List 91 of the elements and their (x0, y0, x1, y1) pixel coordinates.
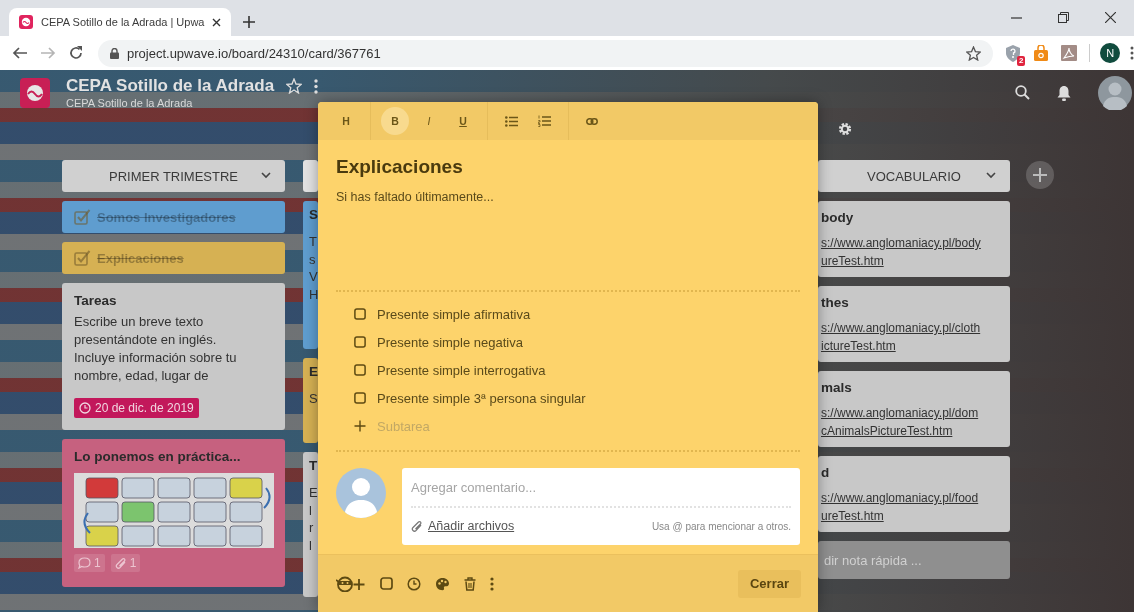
clock-icon[interactable] (407, 576, 421, 591)
card-text: E l r l (309, 484, 318, 555)
user-avatar[interactable] (1098, 75, 1132, 110)
chevron-down-icon (986, 172, 996, 179)
subtask-input[interactable]: Subtarea (377, 418, 577, 434)
clock-icon (79, 402, 91, 414)
card-title: S (309, 206, 318, 224)
attach-files-link[interactable]: Añadir archivos (428, 519, 515, 533)
paperclip-icon[interactable] (411, 519, 423, 533)
checkbox[interactable] (354, 392, 366, 404)
plus-icon[interactable] (243, 16, 256, 28)
attachment-count: 1 (129, 556, 137, 570)
card-title: thes (821, 294, 850, 312)
board-title: CEPA Sotillo de la Adrada (66, 76, 275, 96)
trash-icon[interactable] (464, 576, 476, 591)
card-title: d (821, 464, 831, 482)
user-avatar (336, 468, 386, 518)
chevron-down-icon (261, 172, 271, 179)
card-title: E (309, 363, 318, 381)
comment-icon (78, 557, 91, 569)
due-date: 20 de dic. de 2019 (95, 401, 194, 415)
more-icon[interactable] (490, 576, 494, 591)
card-title: T (309, 457, 318, 475)
bold-button[interactable]: B (381, 107, 409, 135)
favicon-icon (19, 15, 33, 29)
card-title: Explicaciones (97, 250, 184, 266)
checkbox[interactable] (354, 308, 366, 320)
reload-icon[interactable] (68, 45, 84, 61)
underline-button[interactable]: U (449, 107, 477, 135)
card-text: T s V H (309, 233, 318, 304)
board-subtitle: CEPA Sotillo de la Adrada (66, 97, 194, 109)
close-icon[interactable] (1105, 12, 1116, 23)
tab-title: CEPA Sotillo de la Adrada | Upwa (41, 16, 205, 28)
shield-icon[interactable] (1005, 44, 1022, 62)
lock-icon (110, 47, 119, 59)
card-link[interactable]: s://www.anglomaniacy.pl/dom cAnimalsPictureTest.htm (821, 404, 1000, 440)
card-title: Tareas (74, 292, 118, 310)
more-icon[interactable] (314, 78, 319, 94)
app-logo[interactable] (20, 77, 50, 108)
plus-icon (1033, 168, 1047, 182)
card-title: Lo ponemos en práctica... (74, 448, 242, 466)
plus-icon[interactable] (354, 420, 366, 432)
face-plus-icon[interactable] (336, 575, 366, 592)
subtask-label: Presente simple 3ª persona singular (377, 390, 586, 406)
address-bar[interactable]: project.upwave.io/board/24310/card/367761 (98, 39, 994, 67)
card-text: S (309, 390, 318, 408)
card-link[interactable]: s://www.anglomaniacy.pl/cloth ictureTest.htm (821, 319, 1000, 355)
list-header (303, 160, 318, 192)
list-header-dropdown[interactable]: VOCABULARIO (818, 160, 1010, 192)
quick-note-input[interactable]: dir nota rápida ... (818, 541, 1010, 579)
close-button[interactable]: Cerrar (737, 569, 801, 598)
numbered-list-icon[interactable] (538, 115, 551, 127)
notification-badge: 2 (1016, 55, 1026, 66)
bulleted-list-icon[interactable] (505, 115, 518, 127)
paperclip-icon (114, 556, 127, 570)
checked-checkbox-icon[interactable] (74, 250, 91, 266)
card-link[interactable]: s://www.anglomaniacy.pl/body ureTest.htm (821, 234, 1000, 270)
subtask-label: Presente simple interrogativa (377, 362, 546, 378)
list-header-dropdown[interactable]: PRIMER TRIMESTRE (62, 160, 285, 192)
checked-checkbox-icon[interactable] (74, 209, 91, 225)
menu-icon[interactable] (1130, 46, 1134, 60)
description-text: Si has faltado últimamente... (336, 189, 495, 206)
palette-icon[interactable] (435, 576, 450, 591)
restore-icon[interactable] (1058, 12, 1069, 23)
pdf-icon[interactable] (1061, 45, 1078, 61)
checkbox[interactable] (354, 336, 366, 348)
search-icon[interactable] (1015, 85, 1030, 100)
card-title: mals (821, 379, 853, 397)
browser-tab[interactable]: CEPA Sotillo de la Adrada | Upwa (9, 8, 232, 36)
subtask-label: Presente simple afirmativa (377, 306, 531, 322)
subtask-label: Presente simple negativa (377, 334, 523, 350)
star-icon[interactable] (966, 45, 982, 61)
settings-icon[interactable] (838, 121, 852, 136)
link-icon[interactable] (586, 117, 598, 125)
card-link[interactable]: s://www.anglomaniacy.pl/food ureTest.htm (821, 489, 1000, 525)
profile-avatar[interactable]: N (1100, 43, 1120, 63)
square-icon[interactable] (380, 577, 393, 590)
heading-button[interactable]: H (332, 107, 360, 135)
close-icon[interactable] (212, 17, 222, 27)
mention-hint: Usa @ para mencionar a otros. (651, 520, 791, 532)
bell-icon[interactable] (1057, 84, 1071, 101)
comment-field[interactable]: Agregar comentario... Añadir archivos Usa @ para mencionar a otros. (402, 468, 800, 545)
card-title: Explicaciones (336, 156, 464, 178)
checkbox[interactable] (354, 364, 366, 376)
card-text: Escribe un breve texto presentándote en inglés. Incluye información sobre tu nombre, edad, lugar de (74, 313, 238, 385)
comment-count: 1 (94, 556, 101, 570)
card-title: Somos Investigadores (97, 209, 236, 225)
italic-button[interactable]: I (415, 107, 443, 135)
card-title: body (821, 209, 855, 227)
add-list-button[interactable] (1026, 161, 1054, 189)
back-icon[interactable] (12, 45, 28, 61)
